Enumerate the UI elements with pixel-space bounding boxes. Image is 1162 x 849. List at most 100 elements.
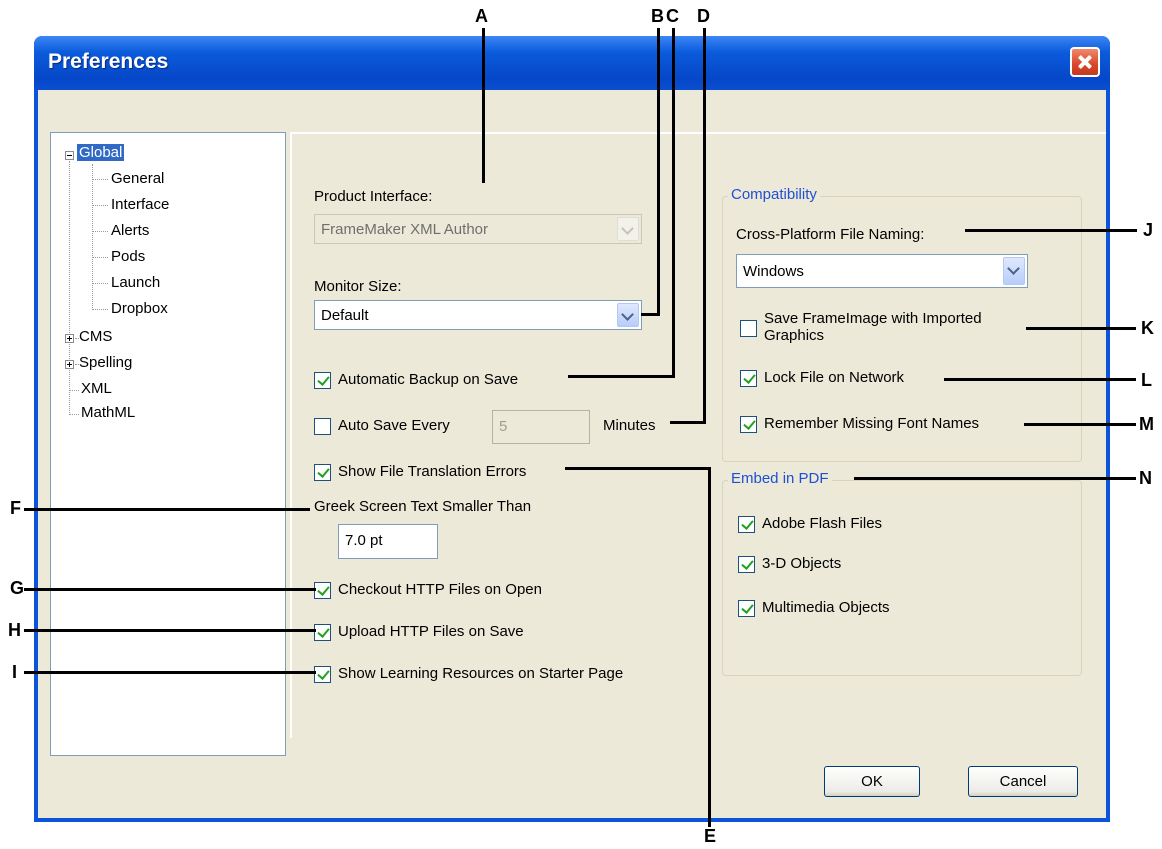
auto-save-value: 5 <box>499 418 508 435</box>
callout-b-line-h <box>641 313 660 316</box>
embed-pdf-title: Embed in PDF <box>728 470 832 487</box>
callout-d: D <box>697 6 710 26</box>
callout-l-line <box>944 378 1136 381</box>
callout-n: N <box>1139 468 1152 488</box>
objects-3d-checkbox[interactable] <box>738 556 755 573</box>
tree-item-mathml[interactable]: MathML <box>81 404 135 421</box>
greek-text-input[interactable]: 7.0 pt <box>338 524 438 559</box>
tree-item-pods[interactable]: Pods <box>111 248 145 265</box>
auto-backup-checkbox[interactable] <box>314 372 331 389</box>
auto-save-minutes-input: 5 <box>492 410 590 444</box>
callout-f-line <box>24 508 310 511</box>
tree-item-interface[interactable]: Interface <box>111 196 169 213</box>
callout-e-line-h <box>565 467 711 470</box>
minutes-label: Minutes <box>603 417 656 434</box>
callout-j-line <box>965 229 1137 232</box>
tree-item-global[interactable]: Global <box>77 144 125 161</box>
auto-save-checkbox[interactable] <box>314 418 331 435</box>
expand-icon[interactable] <box>65 360 74 369</box>
show-translation-errors-label[interactable]: Show File Translation Errors <box>338 463 526 480</box>
callout-j: J <box>1143 220 1154 240</box>
upload-http-label[interactable]: Upload HTTP Files on Save <box>338 623 524 640</box>
callout-e: E <box>704 826 717 846</box>
preferences-window: Preferences Global General Interface Ale… <box>34 36 1110 822</box>
tree-item-dropbox[interactable]: Dropbox <box>111 300 168 317</box>
learning-resources-checkbox[interactable] <box>314 666 331 683</box>
cancel-button[interactable]: Cancel <box>968 766 1078 797</box>
callout-k-line <box>1026 327 1136 330</box>
ok-button[interactable]: OK <box>824 766 920 797</box>
compatibility-title: Compatibility <box>728 186 820 203</box>
callout-b-line <box>657 28 660 316</box>
file-naming-value: Windows <box>743 263 804 280</box>
settings-panel: Product Interface: FrameMaker XML Author… <box>290 132 1106 738</box>
checkout-http-label[interactable]: Checkout HTTP Files on Open <box>338 581 542 598</box>
greek-text-label: Greek Screen Text Smaller Than <box>314 498 532 515</box>
show-translation-errors-checkbox[interactable] <box>314 464 331 481</box>
callout-h: H <box>8 620 21 640</box>
tree-item-spelling[interactable]: Spelling <box>79 354 132 371</box>
tree-item-general[interactable]: General <box>111 170 164 187</box>
product-interface-select: FrameMaker XML Author <box>314 214 642 244</box>
file-naming-label: Cross-Platform File Naming: <box>736 226 925 243</box>
callout-k: K <box>1141 318 1154 338</box>
callout-c: C <box>666 6 679 26</box>
callout-a-line <box>482 28 485 183</box>
callout-n-line <box>854 477 1136 480</box>
callout-e-line <box>708 467 711 827</box>
flash-files-checkbox[interactable] <box>738 516 755 533</box>
dialog-body: Global General Interface Alerts Pods Lau… <box>38 90 1106 818</box>
remember-fonts-label[interactable]: Remember Missing Font Names <box>764 415 979 432</box>
chevron-down-icon <box>617 217 639 241</box>
save-frameimage-checkbox[interactable] <box>740 320 757 337</box>
multimedia-checkbox[interactable] <box>738 600 755 617</box>
callout-c-line <box>672 28 675 378</box>
embed-pdf-group <box>722 480 1082 676</box>
callout-i-line <box>24 671 316 674</box>
chevron-down-icon[interactable] <box>1003 257 1025 285</box>
save-frameimage-line1: Save FrameImage with Imported <box>764 310 982 327</box>
auto-backup-label[interactable]: Automatic Backup on Save <box>338 371 518 388</box>
auto-save-label[interactable]: Auto Save Every <box>338 417 450 434</box>
lock-file-checkbox[interactable] <box>740 370 757 387</box>
chevron-down-icon[interactable] <box>617 303 639 327</box>
callout-d-line-h <box>670 421 706 424</box>
checkout-http-checkbox[interactable] <box>314 582 331 599</box>
callout-d-line <box>703 28 706 424</box>
monitor-size-label: Monitor Size: <box>314 278 402 295</box>
lock-file-label[interactable]: Lock File on Network <box>764 369 904 386</box>
tree-item-cms[interactable]: CMS <box>79 328 112 345</box>
window-title: Preferences <box>48 50 169 73</box>
callout-m-line <box>1024 423 1136 426</box>
callout-h-line <box>24 629 316 632</box>
callout-c-line-h <box>568 375 675 378</box>
product-interface-label: Product Interface: <box>314 188 433 205</box>
greek-text-value: 7.0 pt <box>345 532 383 549</box>
monitor-size-value: Default <box>321 307 369 324</box>
title-bar[interactable]: Preferences <box>34 36 1110 90</box>
collapse-icon[interactable] <box>65 151 74 160</box>
tree-item-label: Global <box>77 144 125 161</box>
multimedia-label[interactable]: Multimedia Objects <box>762 599 890 616</box>
flash-files-label[interactable]: Adobe Flash Files <box>762 515 882 532</box>
upload-http-checkbox[interactable] <box>314 624 331 641</box>
save-frameimage-line2: Graphics <box>764 327 825 344</box>
tree-item-launch[interactable]: Launch <box>111 274 160 291</box>
remember-fonts-checkbox[interactable] <box>740 416 757 433</box>
callout-g: G <box>10 578 25 598</box>
callout-g-line <box>24 588 316 591</box>
file-naming-select[interactable]: Windows <box>736 254 1028 288</box>
close-icon[interactable] <box>1070 47 1100 77</box>
tree-item-alerts[interactable]: Alerts <box>111 222 149 239</box>
category-tree[interactable]: Global General Interface Alerts Pods Lau… <box>50 132 286 756</box>
save-frameimage-label[interactable]: Save FrameImage with Imported Graphics <box>764 310 982 344</box>
tree-item-xml[interactable]: XML <box>81 380 112 397</box>
callout-f: F <box>10 498 21 518</box>
objects-3d-label[interactable]: 3-D Objects <box>762 555 841 572</box>
callout-i: I <box>12 662 18 682</box>
callout-l: L <box>1141 370 1152 390</box>
callout-b: B <box>651 6 664 26</box>
learning-resources-label[interactable]: Show Learning Resources on Starter Page <box>338 665 623 682</box>
monitor-size-select[interactable]: Default <box>314 300 642 330</box>
expand-icon[interactable] <box>65 334 74 343</box>
